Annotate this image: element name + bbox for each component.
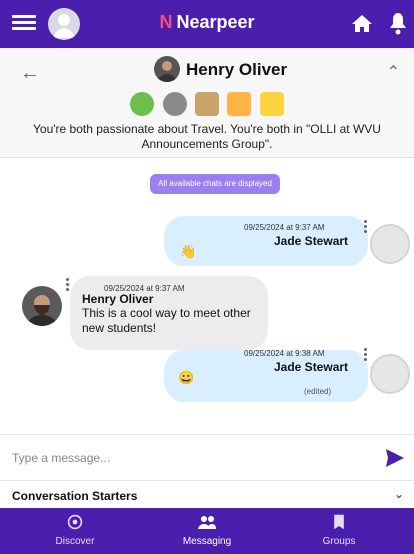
nav-messaging-label: Messaging: [182, 536, 232, 547]
edited-label: (edited): [304, 387, 332, 396]
home-icon[interactable]: [350, 12, 374, 36]
sender-avatar[interactable]: [370, 354, 410, 394]
compass-icon: [67, 514, 83, 530]
message-options-icon[interactable]: [66, 278, 70, 294]
contact-avatar[interactable]: [154, 56, 180, 82]
app-name: Nearpeer: [176, 12, 255, 32]
nav-messaging[interactable]: Messaging: [147, 514, 267, 547]
bookmark-icon: [334, 514, 344, 530]
message-sender: Jade Stewart: [274, 234, 349, 248]
conversation-starters[interactable]: Conversation Starters ⌄: [0, 480, 414, 508]
contact-name[interactable]: Henry Oliver: [186, 60, 287, 80]
flag-icon[interactable]: [259, 92, 284, 116]
people-icon: [198, 516, 216, 529]
sunset-icon[interactable]: [227, 92, 252, 116]
message-timestamp: 09/25/2024 at 9:37 AM: [244, 223, 325, 232]
message-composer: Type a message...: [0, 434, 414, 480]
back-arrow-icon[interactable]: ←: [20, 62, 40, 85]
bell-icon[interactable]: [388, 11, 408, 35]
chats-displayed-notice: All available chats are displayed: [150, 174, 280, 194]
message-options-icon[interactable]: [364, 348, 368, 364]
target-icon[interactable]: [162, 92, 187, 116]
message-text: 😀: [178, 370, 195, 385]
people-icon[interactable]: [195, 92, 219, 116]
message-sender: Jade Stewart: [274, 360, 349, 374]
conversation-starters-label: Conversation Starters: [12, 489, 138, 503]
nav-groups[interactable]: Groups: [279, 514, 399, 547]
message-text: 👋: [180, 244, 197, 259]
globe-icon[interactable]: [130, 92, 155, 116]
send-icon[interactable]: [384, 447, 406, 469]
message-text: This is a cool way to meet other new stu…: [82, 306, 251, 335]
nav-discover-label: Discover: [55, 536, 95, 547]
collapse-chevron-icon[interactable]: ⌃: [387, 62, 400, 82]
sender-avatar[interactable]: [22, 286, 62, 326]
sender-avatar[interactable]: [370, 224, 410, 264]
message-options-icon[interactable]: [364, 220, 368, 236]
bottom-nav: Discover Messaging Groups: [0, 508, 414, 554]
interests-row: [0, 92, 414, 116]
nav-groups-label: Groups: [322, 536, 356, 547]
chat-header: ← Henry Oliver ⌃ You're both passionate …: [0, 48, 414, 158]
message-sender: Henry Oliver: [82, 292, 154, 306]
top-bar: N Nearpeer: [0, 0, 414, 48]
messages-area[interactable]: All available chats are displayed 09/25/…: [0, 158, 414, 434]
message-timestamp: 09/25/2024 at 9:38 AM: [244, 349, 325, 358]
nearpeer-logo-icon: N: [159, 12, 173, 32]
chevron-down-icon[interactable]: ⌄: [394, 487, 404, 501]
message-input[interactable]: Type a message...: [12, 451, 110, 465]
nav-discover[interactable]: Discover: [15, 514, 135, 547]
common-interests-text: You're both passionate about Travel. You…: [33, 122, 381, 151]
